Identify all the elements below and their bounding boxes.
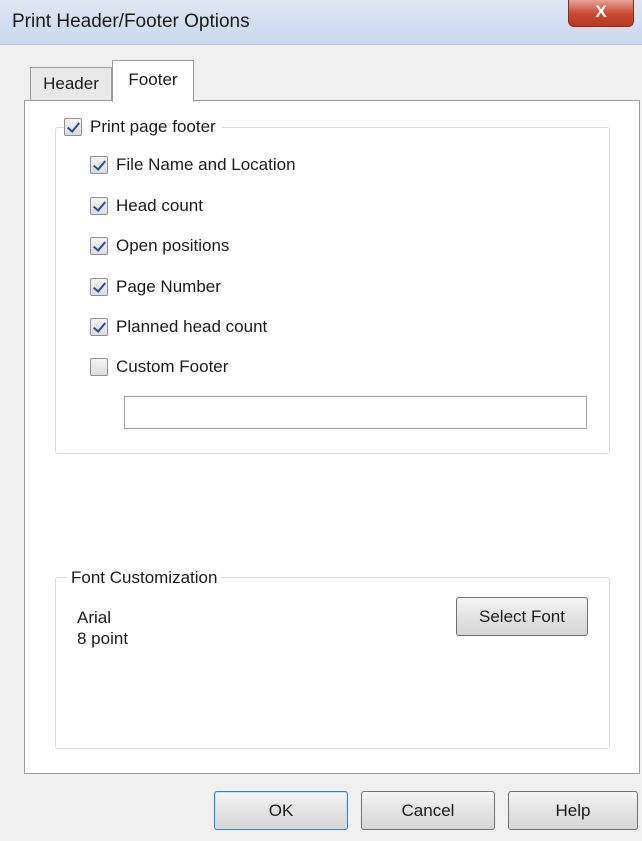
tab-footer-label: Footer — [128, 70, 178, 89]
checkbox-checked-icon — [64, 118, 82, 136]
cancel-button[interactable]: Cancel — [361, 791, 495, 830]
close-button[interactable]: X — [568, 0, 634, 27]
page-number-checkbox[interactable]: Page Number — [90, 277, 221, 297]
custom-footer-input[interactable] — [124, 396, 587, 429]
head-count-checkbox[interactable]: Head count — [90, 196, 203, 216]
font-name: Arial — [77, 608, 112, 627]
page-number-label: Page Number — [116, 277, 221, 296]
checkbox-checked-icon — [90, 278, 108, 296]
select-font-button[interactable]: Select Font — [456, 597, 588, 636]
tab-header[interactable]: Header — [30, 67, 112, 100]
head-count-label: Head count — [116, 196, 203, 215]
checkbox-checked-icon — [90, 237, 108, 255]
ok-button[interactable]: OK — [214, 791, 348, 830]
print-page-footer-checkbox[interactable]: Print page footer — [64, 117, 222, 137]
checkbox-checked-icon — [90, 197, 108, 215]
checkbox-checked-icon — [90, 318, 108, 336]
custom-footer-checkbox[interactable]: Custom Footer — [90, 357, 228, 377]
file-name-location-label: File Name and Location — [116, 155, 296, 174]
open-positions-label: Open positions — [116, 236, 230, 255]
tab-footer[interactable]: Footer — [112, 60, 194, 102]
title-bar[interactable]: Print Header/Footer Options X — [0, 0, 642, 45]
checkbox-unchecked-icon — [90, 358, 108, 376]
file-name-location-checkbox[interactable]: File Name and Location — [90, 155, 296, 175]
font-customization-legend: Font Customization — [67, 568, 222, 588]
font-size: 8 point — [77, 629, 129, 648]
planned-head-count-label: Planned head count — [116, 317, 268, 336]
planned-head-count-checkbox[interactable]: Planned head count — [90, 317, 267, 337]
print-header-footer-dialog: Print Header/Footer Options X Header Foo… — [0, 0, 642, 841]
tab-header-label: Header — [43, 74, 99, 93]
print-page-footer-label: Print page footer — [90, 117, 216, 136]
open-positions-checkbox[interactable]: Open positions — [90, 236, 229, 256]
checkbox-checked-icon — [90, 156, 108, 174]
close-icon: X — [595, 2, 607, 21]
help-button[interactable]: Help — [508, 791, 638, 830]
dialog-title: Print Header/Footer Options — [12, 11, 250, 32]
custom-footer-label: Custom Footer — [116, 357, 229, 376]
